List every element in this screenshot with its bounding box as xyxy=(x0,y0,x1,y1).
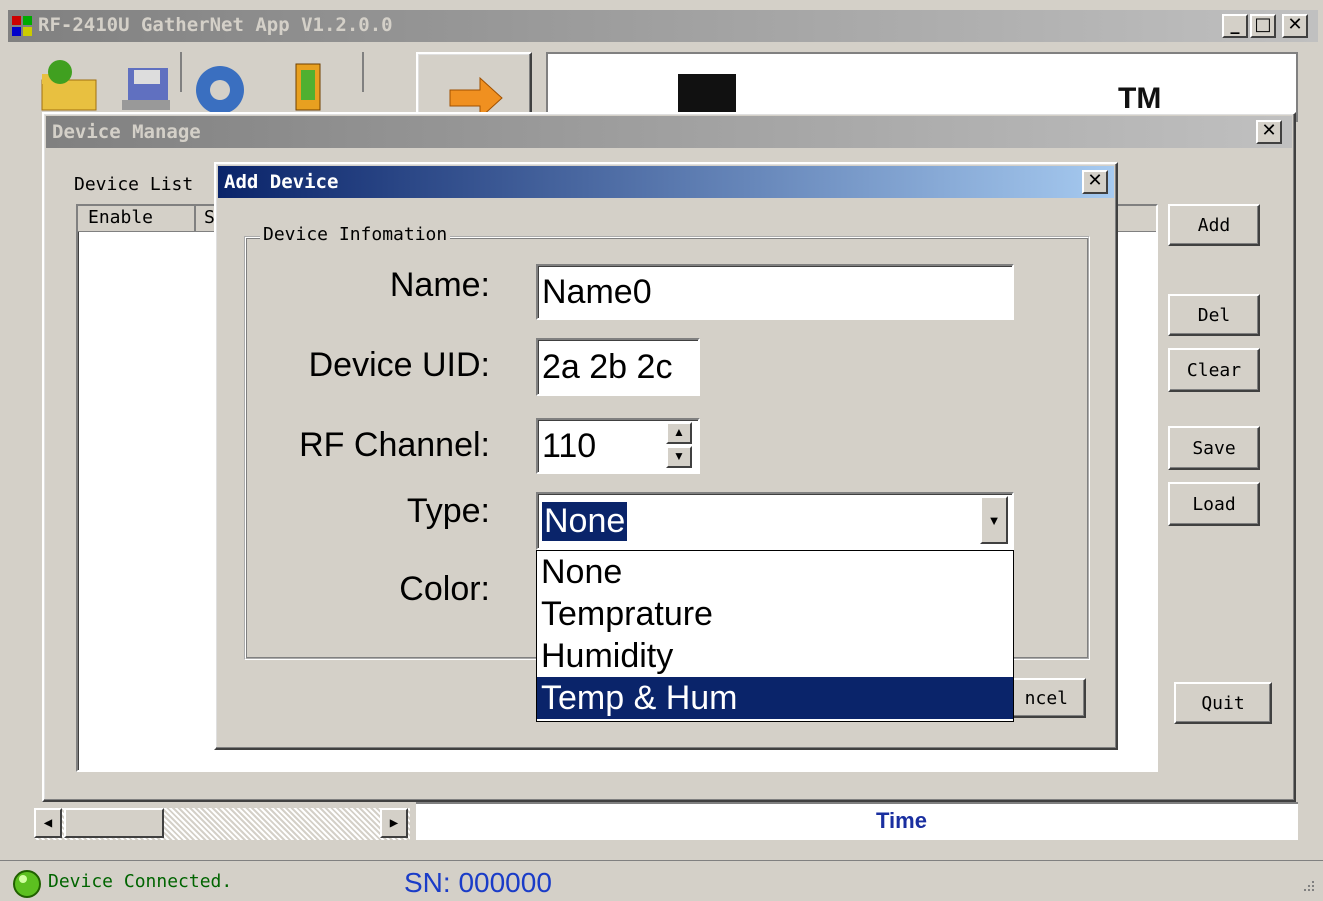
add-device-title: Add Device xyxy=(224,171,339,193)
save-disk-icon[interactable] xyxy=(118,56,174,112)
rf-channel-up-button[interactable]: ▲ xyxy=(666,422,692,444)
device-icon[interactable] xyxy=(288,56,328,112)
time-label: Time xyxy=(876,808,927,833)
scroll-thumb[interactable] xyxy=(64,808,164,838)
connection-status-text: Device Connected. xyxy=(48,871,233,892)
resize-grip-icon[interactable] xyxy=(1296,877,1316,897)
type-selected-value: None xyxy=(542,501,628,541)
device-info-group-label: Device Infomation xyxy=(260,224,451,245)
horizontal-scrollbar[interactable]: ◀ ▶ xyxy=(34,808,410,840)
type-option-temp-hum[interactable]: Temp & Hum xyxy=(537,677,1013,719)
type-select[interactable]: None ▼ xyxy=(536,492,1014,550)
rf-channel-value: 110 xyxy=(542,426,597,465)
app-icon xyxy=(12,16,32,36)
logo-tm: TM xyxy=(1118,82,1162,115)
maximize-button[interactable]: □ xyxy=(1250,14,1276,38)
color-label: Color: xyxy=(399,570,490,608)
device-manage-title: Device Manage xyxy=(52,121,201,143)
type-option-none[interactable]: None xyxy=(537,551,1013,593)
quit-button[interactable]: Quit xyxy=(1174,682,1272,724)
chevron-down-icon: ▼ xyxy=(987,512,1001,528)
status-bar: Device Connected. SN: 000000 xyxy=(0,860,1323,901)
connection-status-icon xyxy=(12,869,42,899)
type-dropdown-list[interactable]: None Temprature Humidity Temp & Hum xyxy=(536,550,1014,722)
cancel-button-label: ncel xyxy=(1024,687,1068,709)
save-button[interactable]: Save xyxy=(1168,426,1260,470)
load-button[interactable]: Load xyxy=(1168,482,1260,526)
device-uid-label: Device UID: xyxy=(308,346,490,384)
add-device-title-bar: Add Device ✕ xyxy=(218,166,1114,198)
clear-button[interactable]: Clear xyxy=(1168,348,1260,392)
scroll-right-button[interactable]: ▶ xyxy=(380,808,408,838)
name-label: Name: xyxy=(389,266,490,304)
main-title-bar: RF-2410U GatherNet App V1.2.0.0 _ □ ✕ xyxy=(8,10,1318,42)
arrow-left-icon: ◀ xyxy=(43,815,53,831)
close-button[interactable]: ✕ xyxy=(1282,14,1308,38)
name-field[interactable]: Name0 xyxy=(536,264,1014,320)
open-folder-icon[interactable] xyxy=(38,56,102,112)
time-panel: Time xyxy=(416,802,1298,840)
type-option-humidity[interactable]: Humidity xyxy=(537,635,1013,677)
type-label: Type: xyxy=(406,492,490,530)
del-button[interactable]: Del xyxy=(1168,294,1260,336)
rf-channel-label: RF Channel: xyxy=(299,426,490,464)
add-button[interactable]: Add xyxy=(1168,204,1260,246)
column-header-enable[interactable]: Enable xyxy=(78,206,196,232)
scroll-left-button[interactable]: ◀ xyxy=(34,808,62,838)
device-list-label: Device List xyxy=(74,174,194,195)
add-device-dialog: Add Device ✕ Device Infomation Name: Nam… xyxy=(214,162,1118,750)
rf-channel-down-button[interactable]: ▼ xyxy=(666,446,692,468)
rf-channel-stepper[interactable]: 110 ▲ ▼ xyxy=(536,418,700,474)
type-option-temprature[interactable]: Temprature xyxy=(537,593,1013,635)
add-device-close-button[interactable]: ✕ xyxy=(1082,170,1108,194)
settings-gear-icon[interactable] xyxy=(190,56,250,114)
device-uid-field[interactable]: 2a 2b 2c xyxy=(536,338,700,396)
minimize-button[interactable]: _ xyxy=(1222,14,1248,38)
serial-number: SN: 000000 xyxy=(404,867,552,898)
device-manage-close-button[interactable]: ✕ xyxy=(1256,120,1282,144)
device-manage-title-bar: Device Manage ✕ xyxy=(46,116,1292,148)
arrow-right-icon: ▶ xyxy=(389,815,399,831)
app-title: RF-2410U GatherNet App V1.2.0.0 xyxy=(38,14,393,36)
type-dropdown-arrow-button[interactable]: ▼ xyxy=(980,496,1008,544)
